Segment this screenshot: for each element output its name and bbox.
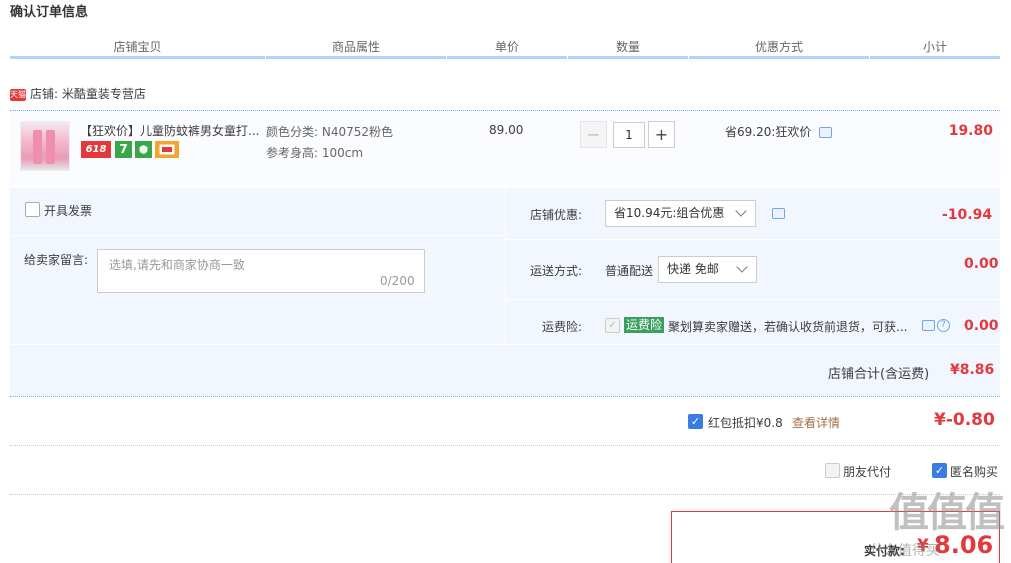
comment-icon[interactable] bbox=[772, 208, 785, 219]
invoice-label: 开具发票 bbox=[44, 204, 93, 218]
divider bbox=[506, 299, 1000, 300]
invoice-checkbox[interactable] bbox=[25, 202, 40, 217]
page-title: 确认订单信息 bbox=[10, 5, 89, 20]
quantity-input[interactable]: 1 bbox=[613, 122, 645, 148]
shipping-amount: 0.00 bbox=[964, 256, 999, 272]
product-color-attr: 颜色分类: N40752粉色 bbox=[266, 125, 394, 139]
column-underline bbox=[10, 56, 265, 59]
watermark-text: 什么值得买 bbox=[870, 543, 940, 559]
column-underline bbox=[568, 56, 688, 59]
seven-day-return-icon: 7 bbox=[115, 141, 132, 158]
insurance-amount: 0.00 bbox=[964, 318, 999, 334]
item-discount: 省69.20:狂欢价 bbox=[725, 125, 812, 139]
view-details-link[interactable]: 查看详情 bbox=[792, 414, 840, 431]
column-underline bbox=[447, 56, 567, 59]
product-image-detail bbox=[33, 130, 42, 164]
item-subtotal: 19.80 bbox=[948, 123, 993, 139]
product-height-attr: 参考身高: 100cm bbox=[266, 146, 364, 160]
divider bbox=[10, 235, 505, 236]
column-header-discount: 优惠方式 bbox=[754, 40, 803, 54]
insurance-label: 运费险: bbox=[541, 320, 582, 334]
shipping-label: 运送方式: bbox=[529, 264, 582, 278]
insurance-tag: 运费险 bbox=[624, 317, 665, 333]
promo-618-icon: 618 bbox=[81, 141, 111, 158]
message-label: 给卖家留言: bbox=[24, 253, 89, 267]
red-packet-checkbox[interactable]: ✓ bbox=[688, 414, 703, 429]
shop-name[interactable]: 店铺: 米酷童装专营店 bbox=[30, 87, 146, 101]
column-header-attributes: 商品属性 bbox=[331, 40, 380, 54]
red-packet-amount: ¥-0.80 bbox=[934, 410, 995, 430]
watermark-logo: 值值值 bbox=[889, 490, 1005, 536]
message-char-count: 0/200 bbox=[380, 274, 415, 288]
divider bbox=[10, 445, 1000, 446]
anonymous-purchase-checkbox[interactable]: ✓ bbox=[932, 463, 947, 478]
message-placeholder: 选填,请先和商家协商一致 bbox=[109, 258, 245, 272]
column-underline bbox=[870, 56, 1000, 59]
shop-discount-label: 店铺优惠: bbox=[529, 208, 582, 222]
shipping-type: 普通配送 bbox=[605, 264, 654, 278]
shop-row: 天猫 店铺: 米酷童装专营店 bbox=[10, 85, 146, 102]
divider bbox=[505, 188, 506, 344]
column-header-subtotal: 小计 bbox=[922, 40, 947, 54]
shop-total-label: 店铺合计(含运费) bbox=[828, 367, 930, 382]
guarantee-icon bbox=[135, 141, 152, 158]
red-packet-label: 红包抵扣¥0.8 bbox=[708, 416, 783, 430]
column-underline bbox=[266, 56, 446, 59]
product-thumbnail[interactable] bbox=[20, 121, 70, 171]
comment-icon[interactable] bbox=[922, 320, 935, 331]
tmall-icon: 天猫 bbox=[10, 88, 26, 101]
column-header-price: 单价 bbox=[494, 40, 519, 54]
shop-discount-amount: -10.94 bbox=[942, 207, 993, 223]
quantity-decrease-button[interactable]: − bbox=[580, 121, 607, 148]
divider bbox=[506, 239, 1000, 240]
column-header-quantity: 数量 bbox=[615, 40, 640, 54]
insurance-description: 聚划算卖家赠送，若确认收货前退货，可获... bbox=[668, 320, 908, 334]
divider bbox=[10, 494, 1000, 495]
card-pay-icon bbox=[155, 141, 179, 158]
column-underline bbox=[689, 56, 869, 59]
help-icon[interactable]: ? bbox=[937, 319, 950, 332]
friend-pay-label: 朋友代付 bbox=[843, 465, 892, 479]
insurance-checkbox: ✓ bbox=[605, 318, 620, 333]
unit-price: 89.00 bbox=[489, 123, 524, 137]
shop-total-amount: ¥8.86 bbox=[950, 362, 995, 378]
column-header-shop-item: 店铺宝贝 bbox=[113, 40, 162, 54]
anonymous-purchase-label: 匿名购买 bbox=[950, 465, 999, 479]
product-title-link[interactable]: 【狂欢价】儿童防蚊裤男女童打... bbox=[80, 122, 260, 139]
quantity-increase-button[interactable]: + bbox=[648, 121, 675, 148]
friend-pay-checkbox[interactable] bbox=[825, 463, 840, 478]
shop-discount-select[interactable]: 省10.94元:组合优惠 bbox=[605, 200, 756, 227]
product-image-detail bbox=[46, 130, 55, 164]
shipping-method-value: 快递 免邮 bbox=[667, 262, 719, 276]
comment-icon[interactable] bbox=[819, 127, 832, 138]
shop-discount-value: 省10.94元:组合优惠 bbox=[614, 206, 725, 220]
